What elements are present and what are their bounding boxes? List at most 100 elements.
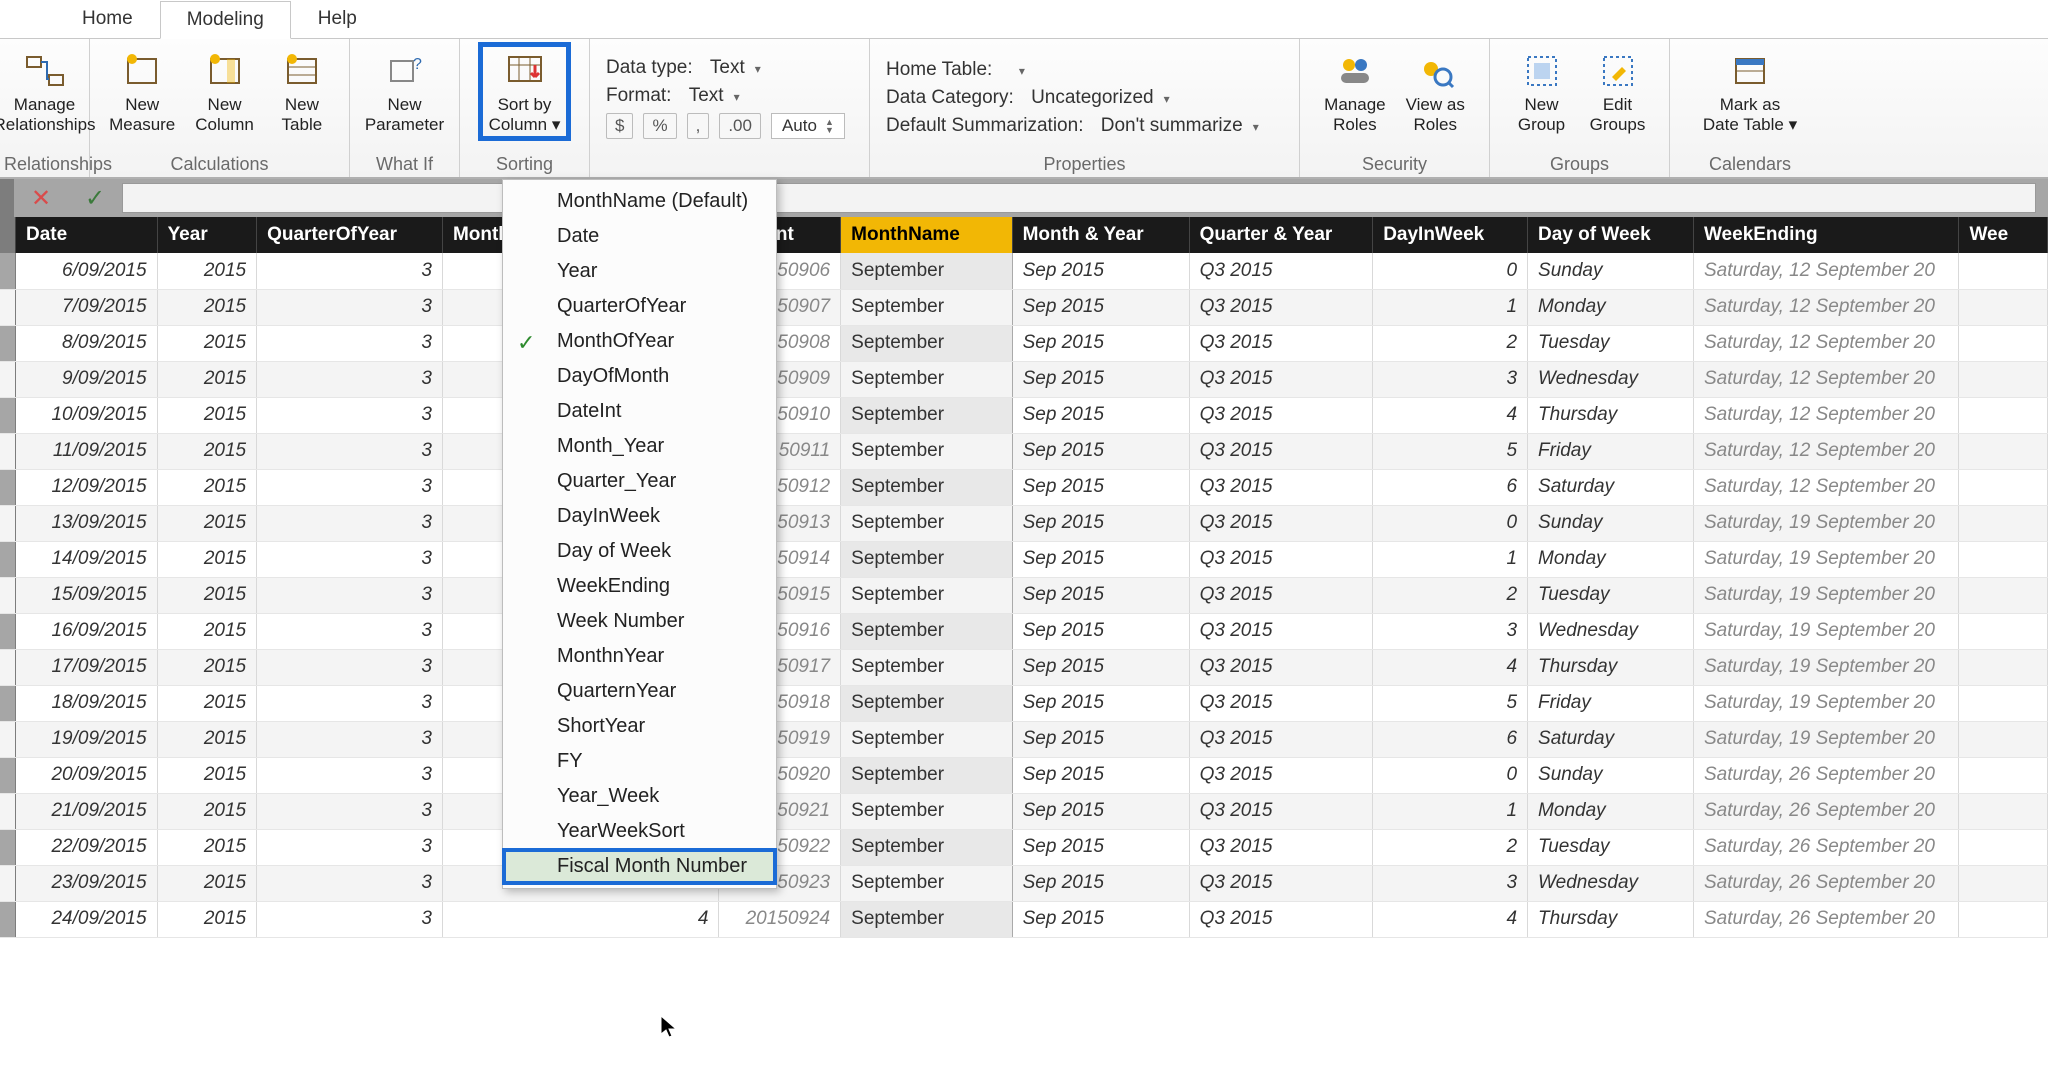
edit-groups-icon [1596,49,1640,93]
table-row[interactable]: 8/09/201520153820150908SeptemberSep 2015… [0,325,2048,361]
sort-by-column-menu[interactable]: MonthName (Default)DateYearQuarterOfYear… [502,179,777,889]
sort-menu-item[interactable]: Day of Week [503,534,776,569]
table-row[interactable]: 20/09/201520153020150920SeptemberSep 201… [0,757,2048,793]
decimal-places-spinner[interactable]: Auto▲▼ [771,113,845,139]
column-header[interactable]: DayInWeek [1373,217,1528,253]
manage-relationships-button[interactable]: Manage Relationships [4,45,85,138]
sort-menu-item[interactable]: Date [503,219,776,254]
table-row[interactable]: 24/09/201520153420150924SeptemberSep 201… [0,901,2048,937]
table-row[interactable]: 10/09/201520153020150910SeptemberSep 201… [0,397,2048,433]
group-label-sorting: Sorting [464,150,585,177]
new-group-icon [1520,49,1564,93]
tab-modeling[interactable]: Modeling [160,1,291,39]
sort-menu-item[interactable]: Week Number [503,604,776,639]
sort-menu-item[interactable]: WeekEnding [503,569,776,604]
sort-by-column-button[interactable]: Sort by Column ▾ [481,45,569,138]
table-row[interactable]: 23/09/201520153320150923SeptemberSep 201… [0,865,2048,901]
currency-button[interactable]: $ [606,113,633,139]
tab-help[interactable]: Help [291,0,384,38]
table-row[interactable]: 11/09/201520153120150911SeptemberSep 201… [0,433,2048,469]
sort-menu-item[interactable]: DayOfMonth [503,359,776,394]
ribbon-tabs: Home Modeling Help [0,0,2048,39]
decimal-button[interactable]: .00 [719,113,761,139]
parameter-icon: ? [383,49,427,93]
group-label-properties: Properties [874,150,1295,177]
sort-menu-item[interactable]: ShortYear [503,709,776,744]
view-as-icon [1413,49,1457,93]
table-row[interactable]: 22/09/201520153220150922SeptemberSep 201… [0,829,2048,865]
data-category-dropdown[interactable]: Data Category: Uncategorized [886,87,1259,109]
table-row[interactable]: 19/09/201520153920150919SeptemberSep 201… [0,721,2048,757]
sort-menu-item[interactable]: QuarternYear [503,674,776,709]
table-row[interactable]: 9/09/201520153920150909SeptemberSep 2015… [0,361,2048,397]
comma-button[interactable]: , [687,113,710,139]
calendar-icon [1728,49,1772,93]
sort-menu-item[interactable]: YearWeekSort [503,814,776,849]
mark-as-date-table-button[interactable]: Mark as Date Table ▾ [1695,45,1805,138]
new-parameter-button[interactable]: ? New Parameter [357,45,452,138]
chevron-down-icon: ▾ [1789,115,1798,134]
column-header[interactable]: QuarterOfYear [257,217,443,253]
column-icon [203,49,247,93]
sort-menu-item[interactable]: Quarter_Year [503,464,776,499]
roles-icon [1333,49,1377,93]
table-row[interactable]: 7/09/201520153720150907SeptemberSep 2015… [0,289,2048,325]
new-table-button[interactable]: New Table [266,45,338,138]
sort-menu-item[interactable]: Year [503,254,776,289]
table-row[interactable]: 14/09/201520153420150914SeptemberSep 201… [0,541,2048,577]
table-row[interactable]: 15/09/201520153520150915SeptemberSep 201… [0,577,2048,613]
column-header[interactable]: Month & Year [1012,217,1189,253]
sort-menu-item[interactable]: Fiscal Month Number [503,849,776,884]
column-header[interactable]: MonthName [841,217,1012,253]
relationships-icon [23,49,67,93]
edit-groups-button[interactable]: Edit Groups [1582,45,1654,138]
cancel-formula-button[interactable]: ✕ [14,184,68,213]
new-measure-button[interactable]: New Measure [101,45,183,138]
table-row[interactable]: 17/09/201520153720150917SeptemberSep 201… [0,649,2048,685]
data-type-dropdown[interactable]: Data type: Text [606,57,845,79]
measure-icon [120,49,164,93]
format-dropdown[interactable]: Format: Text [606,85,845,107]
row-handle [0,179,14,217]
table-row[interactable]: 13/09/201520153320150913SeptemberSep 201… [0,505,2048,541]
label: Manage Relationships [0,95,96,134]
sort-icon [503,49,547,93]
group-label-relationships: Relationships [4,150,85,177]
group-label-security: Security [1304,150,1485,177]
group-label-groups: Groups [1494,150,1665,177]
new-column-button[interactable]: New Column [187,45,262,138]
group-label-calculations: Calculations [94,150,345,177]
check-icon: ✓ [517,330,535,356]
sort-menu-item[interactable]: Month_Year [503,429,776,464]
view-as-roles-button[interactable]: View as Roles [1398,45,1473,138]
table-row[interactable]: 16/09/201520153620150916SeptemberSep 201… [0,613,2048,649]
percent-button[interactable]: % [643,113,676,139]
sort-menu-item[interactable]: DayInWeek [503,499,776,534]
tab-home[interactable]: Home [55,0,160,38]
table-row[interactable]: 6/09/201520153620150906SeptemberSep 2015… [0,253,2048,289]
column-header[interactable]: Wee [1959,217,2048,253]
sort-menu-item[interactable]: Year_Week [503,779,776,814]
column-header[interactable]: Date [15,217,157,253]
table-row[interactable]: 18/09/201520153820150918SeptemberSep 201… [0,685,2048,721]
data-grid[interactable]: DateYearQuarterOfYearMonthOfYearDateIntM… [0,217,2048,938]
formula-input[interactable] [122,183,2036,213]
column-header[interactable]: Year [157,217,257,253]
sort-menu-item[interactable]: QuarterOfYear [503,289,776,324]
sort-menu-item[interactable]: DateInt [503,394,776,429]
sort-menu-item[interactable]: ✓MonthOfYear [503,324,776,359]
column-header[interactable]: Quarter & Year [1189,217,1373,253]
commit-formula-button[interactable]: ✓ [68,184,122,213]
table-row[interactable]: 12/09/201520153220150912SeptemberSep 201… [0,469,2048,505]
chevron-down-icon: ▾ [552,115,561,134]
new-group-button[interactable]: New Group [1506,45,1578,138]
home-table-dropdown[interactable]: Home Table: [886,59,1259,81]
column-header[interactable]: WeekEnding [1693,217,1958,253]
manage-roles-button[interactable]: Manage Roles [1316,45,1393,138]
default-summarization-dropdown[interactable]: Default Summarization: Don't summarize [886,115,1259,137]
sort-menu-item[interactable]: MonthName (Default) [503,184,776,219]
sort-menu-item[interactable]: FY [503,744,776,779]
table-row[interactable]: 21/09/201520153120150921SeptemberSep 201… [0,793,2048,829]
sort-menu-item[interactable]: MonthnYear [503,639,776,674]
column-header[interactable]: Day of Week [1528,217,1694,253]
